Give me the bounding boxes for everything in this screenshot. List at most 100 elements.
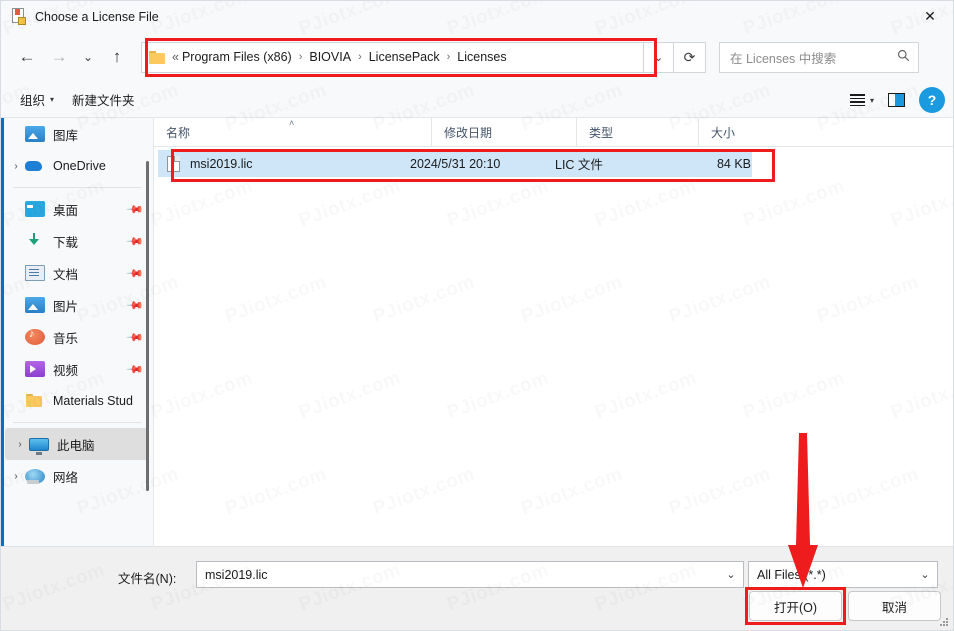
- chevron-down-icon[interactable]: ⌄: [913, 568, 937, 581]
- pin-icon[interactable]: 📌: [126, 328, 145, 346]
- music-icon: [25, 328, 45, 345]
- sidebar-item-3[interactable]: 桌面 📌: [1, 193, 154, 225]
- file-name-cell: msi2019.lic: [190, 156, 253, 171]
- preview-pane-button[interactable]: [883, 87, 909, 113]
- sidebar-scrollbar[interactable]: [146, 161, 149, 491]
- column-header-type[interactable]: 类型: [576, 117, 698, 147]
- pin-icon[interactable]: 📌: [126, 200, 145, 218]
- breadcrumb[interactable]: « Program Files (x86) › BIOVIA › License…: [141, 41, 644, 73]
- sidebar-item-8[interactable]: 视频 📌: [1, 353, 154, 385]
- pictures-icon: [25, 297, 45, 313]
- chevron-right-icon[interactable]: ›: [7, 161, 25, 172]
- desktop-icon: [25, 201, 45, 217]
- breadcrumb-item-1[interactable]: BIOVIA: [309, 50, 351, 64]
- resize-grip[interactable]: [940, 618, 950, 628]
- sidebar-item-6[interactable]: 图片 📌: [1, 289, 154, 321]
- title-bar: Choose a License File ✕: [1, 1, 953, 32]
- close-icon[interactable]: ✕: [907, 1, 953, 32]
- list-view-icon: [849, 94, 865, 106]
- documents-icon: [25, 265, 45, 281]
- sidebar-separator: [13, 422, 142, 423]
- breadcrumb-item-0[interactable]: Program Files (x86): [182, 50, 292, 64]
- forward-button[interactable]: →: [43, 41, 75, 73]
- search-icon: [897, 49, 910, 65]
- breadcrumb-separator[interactable]: ›: [299, 51, 303, 63]
- sidebar-item-label: 桌面: [53, 203, 79, 218]
- sidebar-item-12[interactable]: › 网络: [1, 460, 154, 492]
- view-options-button[interactable]: ▾: [843, 89, 881, 111]
- sidebar-item-label: OneDrive: [53, 159, 106, 173]
- recent-locations-button[interactable]: ⌄: [75, 41, 101, 73]
- column-header-date[interactable]: 修改日期: [431, 117, 576, 147]
- sidebar-item-11[interactable]: › 此电脑: [5, 428, 148, 460]
- folder-icon: [149, 50, 165, 64]
- breadcrumb-item-2[interactable]: LicensePack: [369, 50, 440, 64]
- license-file-icon: [11, 7, 27, 26]
- sidebar-item-0[interactable]: 图库: [1, 118, 154, 150]
- chevron-down-icon: ▾: [50, 95, 55, 104]
- column-header-size[interactable]: 大小: [698, 117, 776, 147]
- sidebar-item-label: 图片: [53, 299, 79, 314]
- gallery-icon: [25, 126, 45, 142]
- cancel-button[interactable]: 取消: [848, 591, 941, 621]
- search-placeholder: 在 Licenses 中搜索: [730, 51, 837, 66]
- chevron-down-icon[interactable]: ⌄: [719, 568, 743, 581]
- sidebar-item-label: 图库: [53, 128, 79, 143]
- sidebar-item-7[interactable]: 音乐 📌: [1, 321, 154, 353]
- navigation-pane: 图库 › OneDrive 桌面 📌 下载 📌 文档 📌 图片 📌 音乐 📌 视频 📌 Materials S…: [1, 118, 154, 546]
- open-button[interactable]: 打开(O): [749, 591, 842, 621]
- file-dialog-window: Choose a License File ✕ ← → ⌄ ↑ « Progra…: [0, 0, 954, 631]
- videos-icon: [25, 361, 45, 377]
- filename-input[interactable]: msi2019.lic ⌄: [196, 561, 744, 588]
- refresh-icon[interactable]: ⟳: [674, 41, 706, 73]
- pin-icon[interactable]: 📌: [126, 296, 145, 314]
- breadcrumb-overflow[interactable]: «: [172, 50, 179, 64]
- file-icon: [167, 155, 180, 172]
- chevron-down-icon: ▾: [869, 95, 874, 105]
- sidebar-accent-strip: [1, 118, 4, 546]
- sidebar-separator: [13, 187, 142, 188]
- file-list-pane: 名称 修改日期 类型 大小 ˄ msi2019.lic 2024/5/31 20…: [154, 117, 953, 546]
- file-date-cell: 2024/5/31 20:10: [410, 156, 501, 171]
- table-row[interactable]: msi2019.lic 2024/5/31 20:10 LIC 文件 84 KB: [158, 150, 752, 177]
- address-bar-wrapper: « Program Files (x86) › BIOVIA › License…: [141, 41, 644, 73]
- window-title: Choose a License File: [35, 9, 159, 24]
- sort-ascending-icon: ˄: [289, 118, 295, 128]
- download-icon: [25, 233, 45, 249]
- file-type-filter-select[interactable]: All Files (*.*) ⌄: [748, 561, 938, 588]
- breadcrumb-separator[interactable]: ›: [447, 51, 451, 63]
- pin-icon[interactable]: 📌: [126, 264, 145, 282]
- sidebar-item-4[interactable]: 下载 📌: [1, 225, 154, 257]
- command-bar-right: ▾ ?: [843, 82, 945, 118]
- new-folder-button[interactable]: 新建文件夹: [63, 86, 144, 113]
- this-pc-icon: [29, 437, 49, 455]
- pin-icon[interactable]: 📌: [126, 232, 145, 250]
- help-icon[interactable]: ?: [919, 87, 945, 113]
- sidebar-item-9[interactable]: Materials Stud: [1, 385, 154, 417]
- file-size-cell: 84 KB: [716, 156, 751, 171]
- filename-value: msi2019.lic: [205, 567, 268, 582]
- sidebar-item-label: 网络: [53, 470, 79, 485]
- chevron-right-icon[interactable]: ›: [7, 471, 25, 482]
- sidebar-item-1[interactable]: › OneDrive: [1, 150, 154, 182]
- file-type-filter-value: All Files (*.*): [757, 567, 826, 582]
- navigation-bar: ← → ⌄ ↑ « Program Files (x86) › BIOVIA ›…: [1, 32, 953, 82]
- column-header-row: 名称 修改日期 类型 大小 ˄: [154, 117, 953, 147]
- pin-icon[interactable]: 📌: [126, 360, 145, 378]
- chevron-right-icon[interactable]: ›: [11, 439, 29, 450]
- breadcrumb-item-3[interactable]: Licenses: [457, 50, 506, 64]
- filename-label: 文件名(N):: [118, 572, 177, 586]
- folder-icon: [25, 393, 45, 409]
- organize-label: 组织: [20, 94, 46, 108]
- chevron-down-icon[interactable]: ⌄: [644, 41, 674, 73]
- sidebar-item-5[interactable]: 文档 📌: [1, 257, 154, 289]
- organize-button[interactable]: 组织 ▾: [11, 86, 63, 113]
- sidebar-item-label: 下载: [53, 235, 79, 250]
- up-button[interactable]: ↑: [101, 41, 133, 73]
- command-bar: 组织 ▾ 新建文件夹 ▾ ?: [1, 82, 953, 118]
- sidebar-item-label: 此电脑: [57, 438, 95, 453]
- sidebar-item-label: 音乐: [53, 331, 79, 346]
- search-input[interactable]: 在 Licenses 中搜索: [719, 41, 919, 73]
- back-button[interactable]: ←: [11, 41, 43, 73]
- breadcrumb-separator[interactable]: ›: [358, 51, 362, 63]
